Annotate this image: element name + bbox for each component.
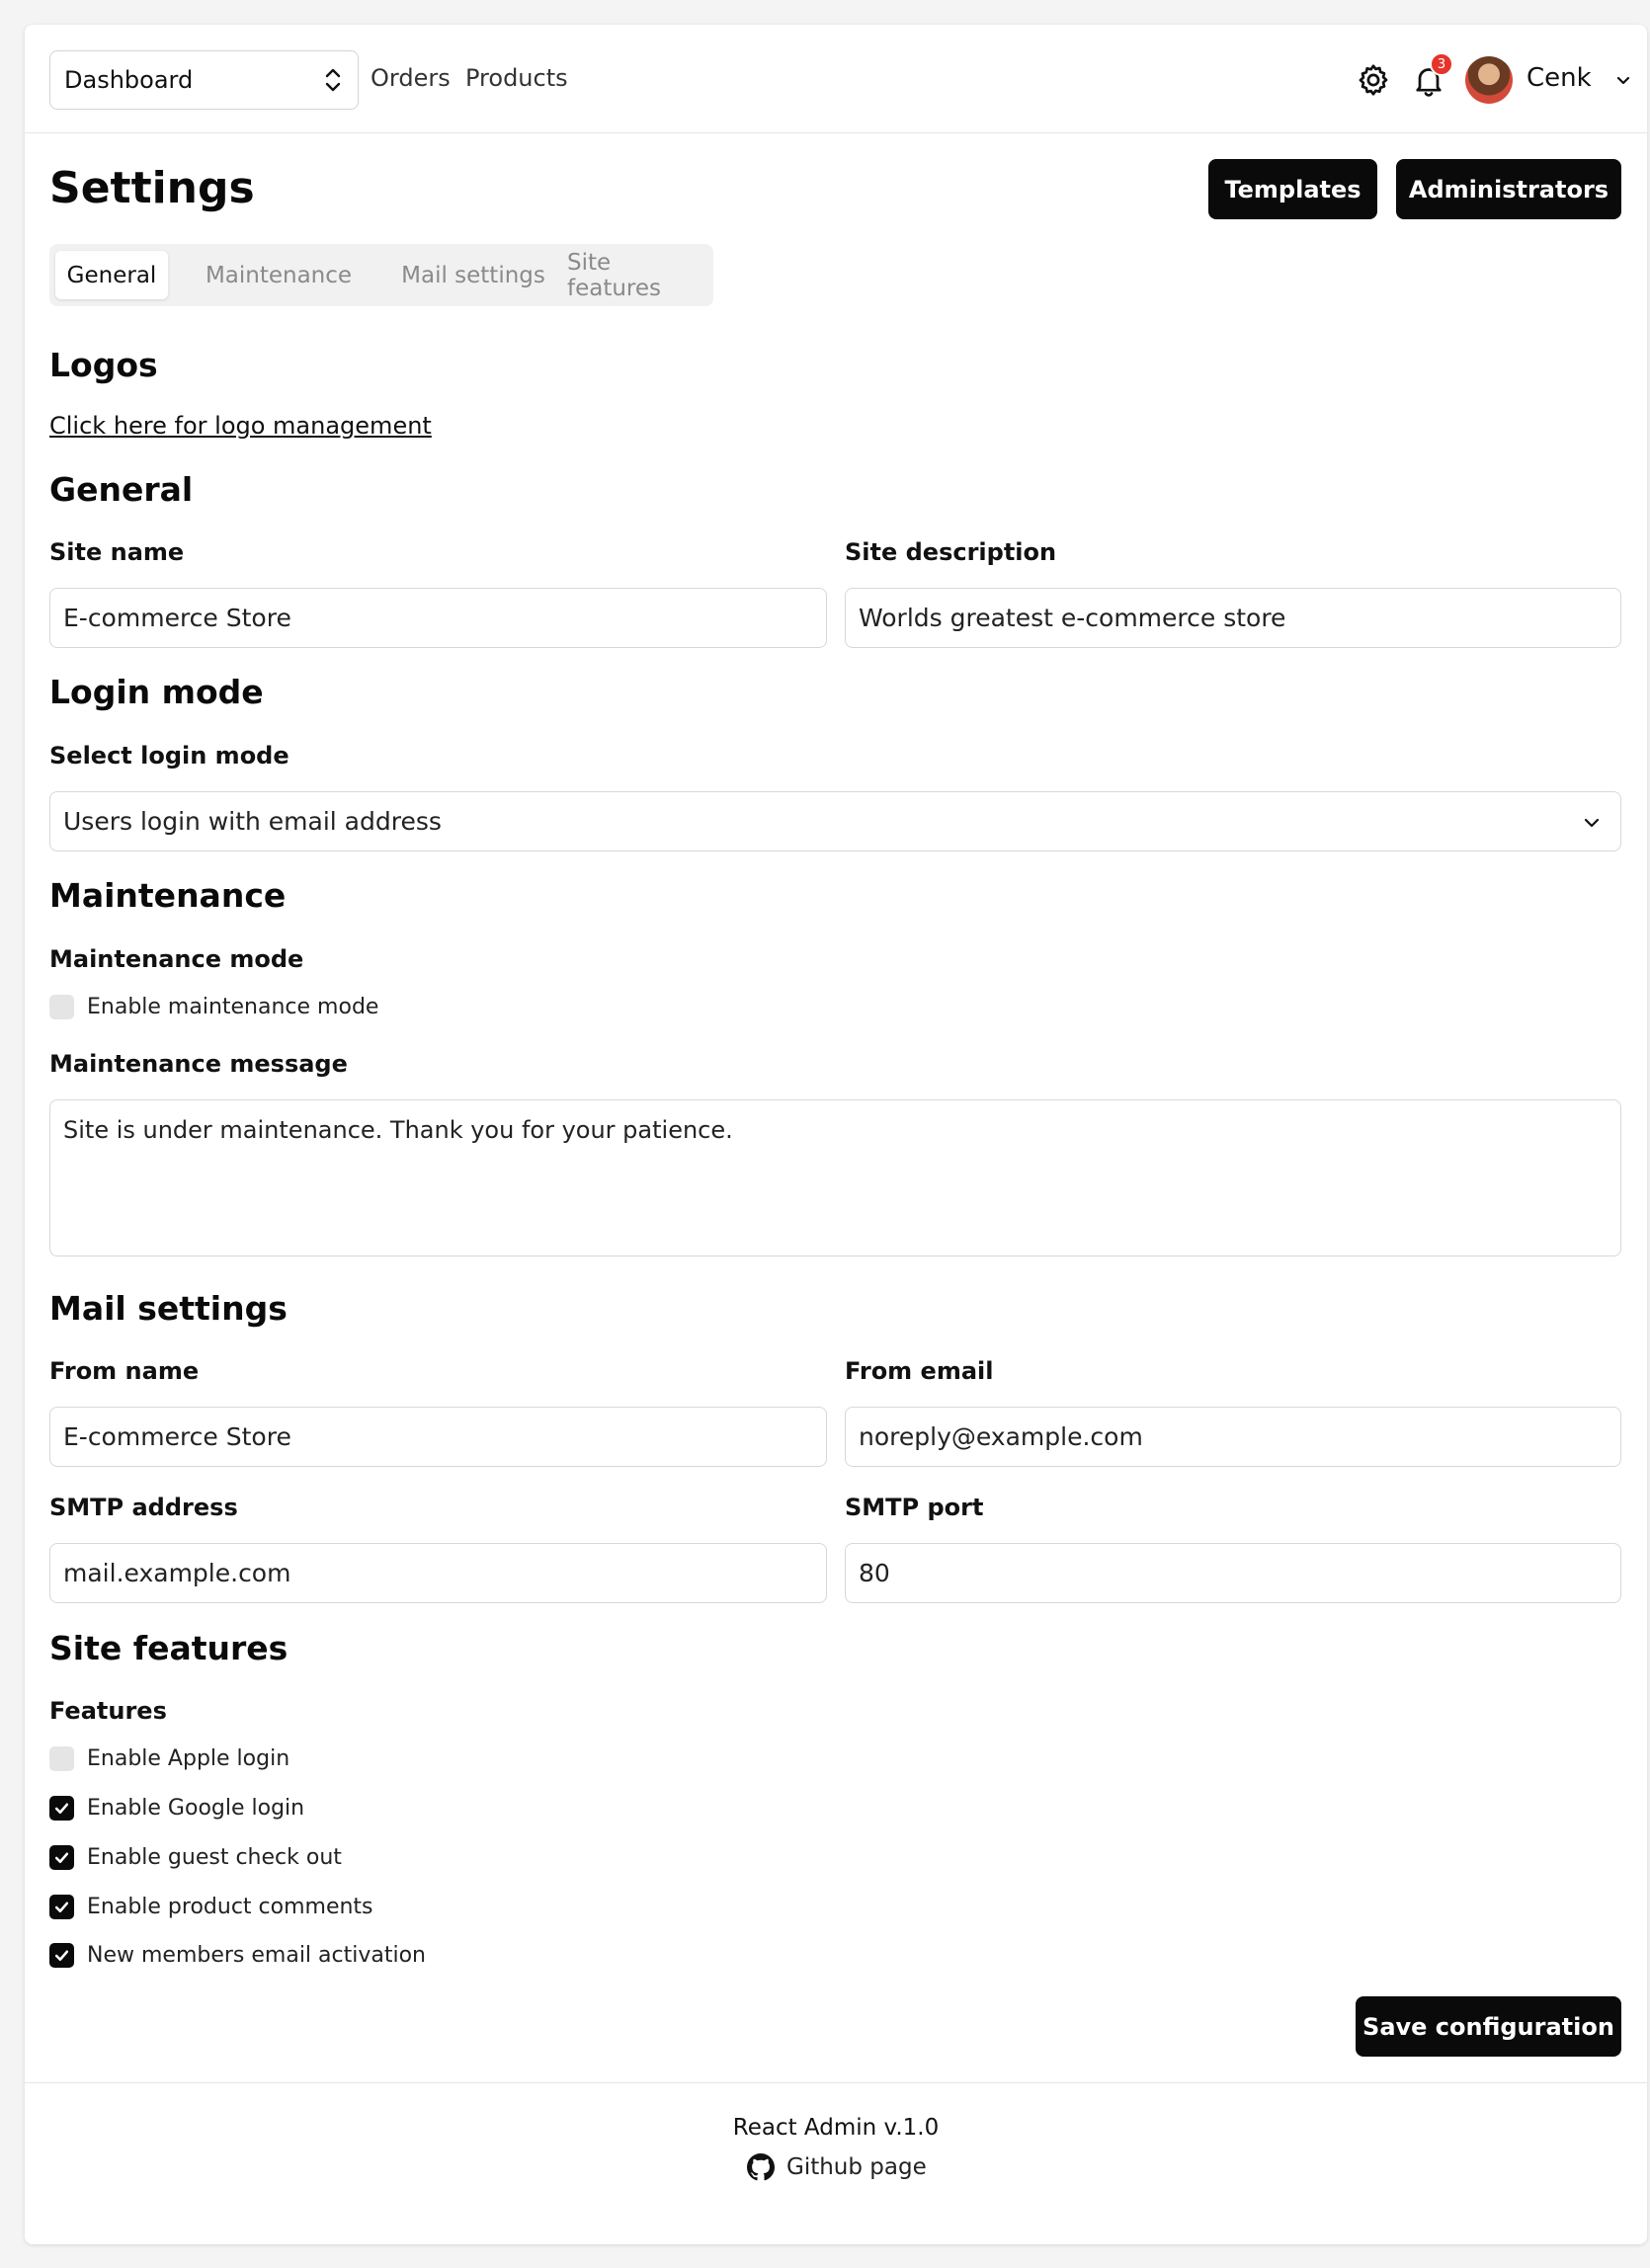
tab-general[interactable]: General xyxy=(55,251,168,299)
feature-label: Enable guest check out xyxy=(87,1845,342,1870)
administrators-button[interactable]: Administrators xyxy=(1396,159,1621,219)
login-mode-select[interactable]: Users login with email address xyxy=(49,791,1621,851)
feature-label: Enable product comments xyxy=(87,1895,373,1919)
site-name-input[interactable]: E-commerce Store xyxy=(49,588,827,648)
app-card: Dashboard Orders Products 3 Cenk Setting… xyxy=(25,25,1647,2244)
user-name[interactable]: Cenk xyxy=(1526,63,1592,93)
github-icon xyxy=(747,2153,775,2181)
from-name-label: From name xyxy=(49,1357,200,1385)
smtp-port-label: SMTP port xyxy=(845,1494,984,1521)
page-title: Settings xyxy=(49,163,255,213)
apple-login-checkbox[interactable] xyxy=(49,1746,74,1771)
footer-version: React Admin v.1.0 xyxy=(732,2115,940,2141)
smtp-port-input[interactable]: 80 xyxy=(845,1543,1621,1603)
github-link-label: Github page xyxy=(786,2154,927,2180)
check-icon xyxy=(54,1852,69,1864)
nav-orders-link[interactable]: Orders xyxy=(371,64,451,92)
tab-mail-settings[interactable]: Mail settings xyxy=(389,251,557,299)
smtp-address-label: SMTP address xyxy=(49,1494,238,1521)
general-heading: General xyxy=(49,470,194,509)
product-comments-checkbox[interactable] xyxy=(49,1895,74,1919)
logo-management-link[interactable]: Click here for logo management xyxy=(49,412,432,440)
guest-checkout-checkbox[interactable] xyxy=(49,1845,74,1870)
site-name-label: Site name xyxy=(49,538,185,566)
feature-row-product-comments[interactable]: Enable product comments xyxy=(49,1895,373,1919)
avatar[interactable] xyxy=(1465,56,1513,104)
footer: React Admin v.1.0 Github page xyxy=(25,2082,1647,2244)
check-icon xyxy=(54,1803,69,1815)
feature-row-google[interactable]: Enable Google login xyxy=(49,1796,304,1821)
google-login-checkbox[interactable] xyxy=(49,1796,74,1821)
from-name-input[interactable]: E-commerce Store xyxy=(49,1407,827,1467)
login-mode-heading: Login mode xyxy=(49,673,264,711)
login-mode-value: Users login with email address xyxy=(63,807,442,836)
check-icon xyxy=(54,1950,69,1962)
feature-label: New members email activation xyxy=(87,1943,426,1968)
chevron-down-icon[interactable] xyxy=(1613,70,1633,90)
notification-badge: 3 xyxy=(1430,52,1453,76)
feature-row-guest-checkout[interactable]: Enable guest check out xyxy=(49,1845,342,1870)
templates-button[interactable]: Templates xyxy=(1208,159,1377,219)
nav-products-link[interactable]: Products xyxy=(465,64,568,92)
feature-label: Enable Apple login xyxy=(87,1746,290,1771)
login-mode-label: Select login mode xyxy=(49,742,289,770)
maintenance-heading: Maintenance xyxy=(49,876,287,915)
feature-row-apple[interactable]: Enable Apple login xyxy=(49,1746,289,1771)
feature-label: Enable Google login xyxy=(87,1796,305,1821)
save-configuration-button[interactable]: Save configuration xyxy=(1356,1996,1621,2057)
chevron-up-down-icon xyxy=(325,68,341,92)
settings-tabs: General Maintenance Mail settings Site f… xyxy=(49,244,713,306)
dashboard-select-value: Dashboard xyxy=(64,66,194,94)
dashboard-select[interactable]: Dashboard xyxy=(49,50,359,110)
tab-site-features[interactable]: Site features xyxy=(567,250,707,301)
site-description-input[interactable]: Worlds greatest e-commerce store xyxy=(845,588,1621,648)
top-header: Dashboard Orders Products 3 Cenk xyxy=(25,25,1647,133)
maintenance-message-label: Maintenance message xyxy=(49,1050,348,1078)
github-link[interactable]: Github page xyxy=(747,2153,927,2181)
site-features-heading: Site features xyxy=(49,1629,289,1667)
maintenance-mode-label: Maintenance mode xyxy=(49,945,304,973)
features-label: Features xyxy=(49,1697,167,1725)
maintenance-checkbox[interactable] xyxy=(49,995,74,1019)
maintenance-message-textarea[interactable]: Site is under maintenance. Thank you for… xyxy=(49,1099,1621,1256)
site-description-label: Site description xyxy=(845,538,1057,566)
smtp-address-input[interactable]: mail.example.com xyxy=(49,1543,827,1603)
from-email-label: From email xyxy=(845,1357,994,1385)
feature-row-email-activation[interactable]: New members email activation xyxy=(49,1943,426,1968)
maintenance-checkbox-label: Enable maintenance mode xyxy=(87,995,379,1019)
mail-settings-heading: Mail settings xyxy=(49,1289,288,1328)
tab-maintenance[interactable]: Maintenance xyxy=(180,251,377,299)
email-activation-checkbox[interactable] xyxy=(49,1943,74,1968)
gear-icon[interactable] xyxy=(1356,62,1391,98)
chevron-down-icon xyxy=(1584,818,1600,828)
logos-heading: Logos xyxy=(49,346,158,384)
from-email-input[interactable]: noreply@example.com xyxy=(845,1407,1621,1467)
check-icon xyxy=(54,1902,69,1913)
maintenance-checkbox-row[interactable]: Enable maintenance mode xyxy=(49,995,378,1019)
